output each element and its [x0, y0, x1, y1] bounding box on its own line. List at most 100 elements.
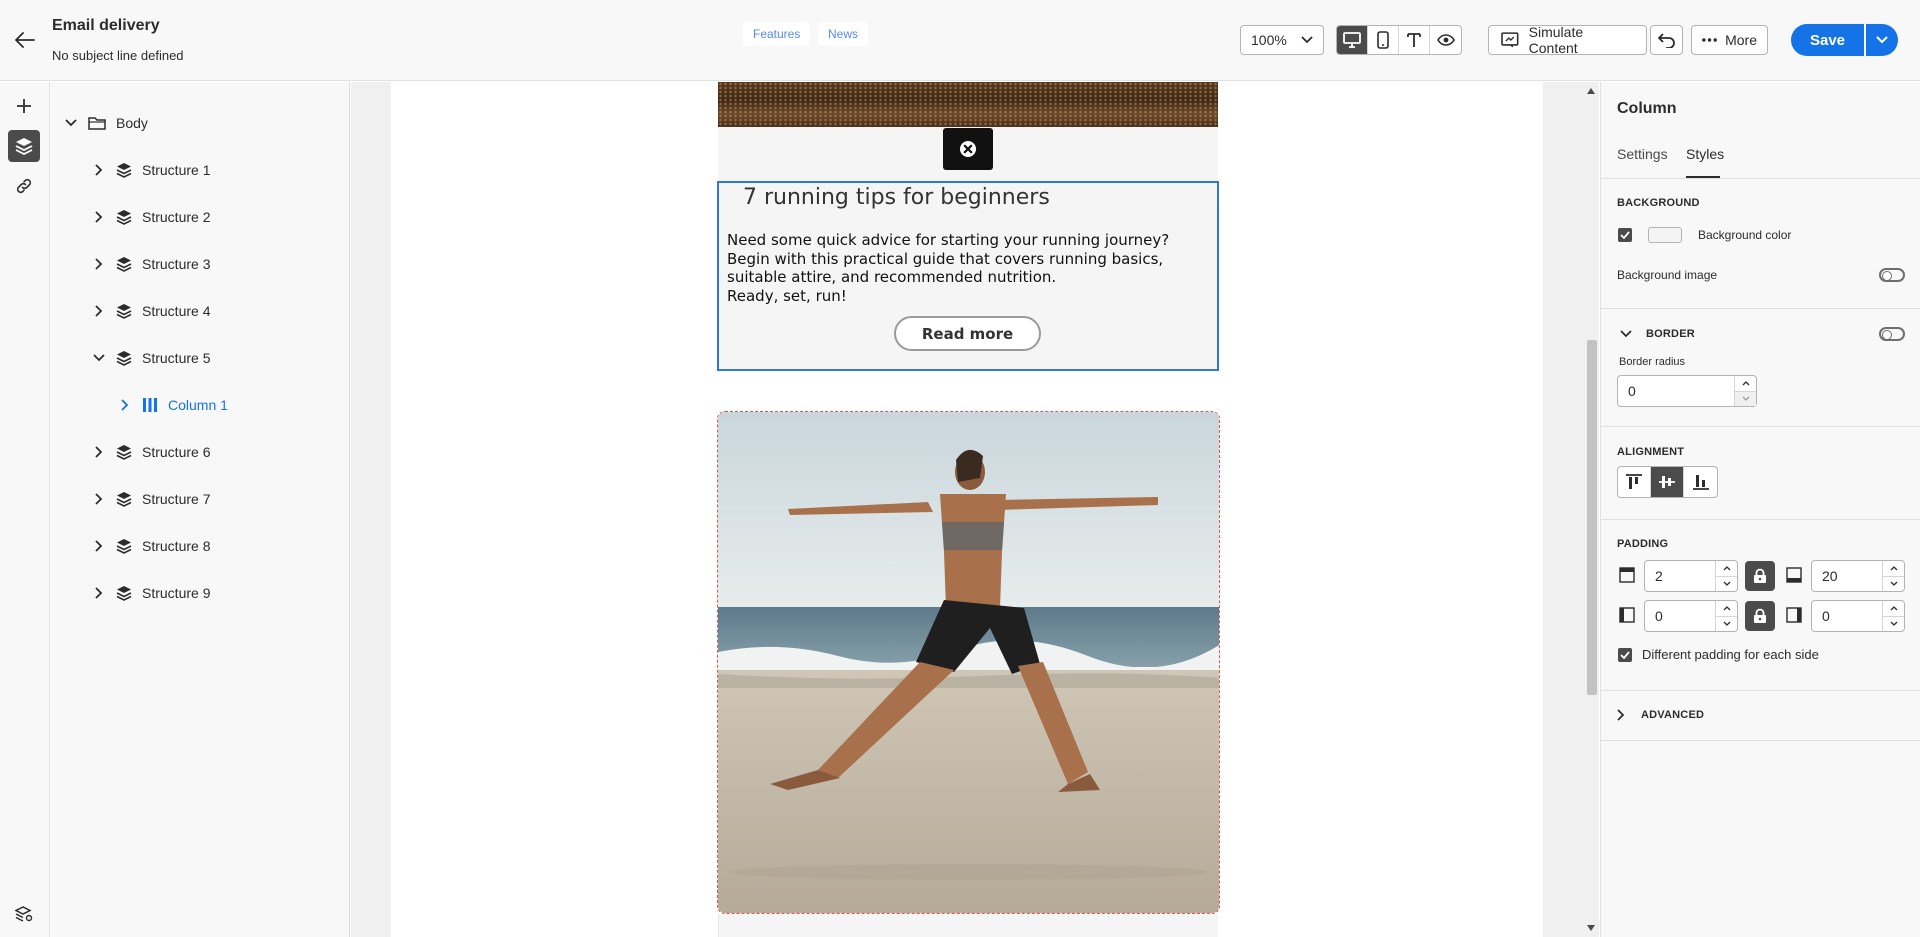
undo-button[interactable]: [1650, 25, 1683, 55]
subject-line-status: No subject line defined: [52, 48, 184, 63]
article-body[interactable]: Need some quick advice for starting your…: [727, 231, 1217, 305]
layers-settings-button[interactable]: [8, 898, 40, 930]
chevron-right-icon[interactable]: [92, 163, 106, 177]
chevron-up-icon[interactable]: [1883, 601, 1904, 617]
chevron-right-icon[interactable]: [92, 445, 106, 459]
save-button[interactable]: Save: [1791, 24, 1864, 56]
chevron-down-icon[interactable]: [1883, 617, 1904, 632]
article-paragraph: Begin with this practical guide that cov…: [727, 249, 1164, 287]
chevron-down-icon[interactable]: [92, 351, 106, 365]
tab-settings[interactable]: Settings: [1617, 146, 1668, 162]
divider: [1601, 308, 1920, 309]
chevron-down-icon[interactable]: [1883, 577, 1904, 592]
border-radius-value[interactable]: 0: [1618, 376, 1734, 406]
border-toggle[interactable]: [1879, 327, 1905, 341]
hero-image[interactable]: [718, 82, 1218, 127]
padding-right-value[interactable]: 0: [1812, 601, 1882, 631]
chevron-down-icon[interactable]: [1716, 577, 1737, 592]
padding-right-stepper[interactable]: 0: [1811, 600, 1905, 632]
scroll-up-icon[interactable]: [1586, 86, 1596, 96]
chevron-right-icon[interactable]: [92, 257, 106, 271]
links-button[interactable]: [8, 170, 40, 202]
mobile-view-button[interactable]: [1368, 26, 1399, 54]
chevron-right-icon[interactable]: [92, 210, 106, 224]
tree-item-structure[interactable]: Structure 7: [92, 487, 210, 511]
chevron-down-icon[interactable]: [1735, 391, 1756, 406]
align-bottom-button[interactable]: [1684, 467, 1717, 497]
add-content-button[interactable]: [8, 90, 40, 122]
background-image-toggle[interactable]: [1879, 268, 1905, 282]
background-color-label: Background color: [1698, 228, 1792, 242]
zoom-select[interactable]: 100%: [1240, 25, 1324, 55]
chevron-up-icon[interactable]: [1716, 601, 1737, 617]
read-more-button[interactable]: Read more: [894, 316, 1041, 351]
chevron-up-icon[interactable]: [1735, 376, 1756, 392]
tree-item-structure[interactable]: Structure 3: [92, 252, 210, 276]
tree-item-body[interactable]: Body: [64, 111, 148, 135]
tree-item-structure[interactable]: Structure 6: [92, 440, 210, 464]
align-middle-button[interactable]: [1651, 467, 1684, 497]
tree-item-column[interactable]: Column 1: [118, 393, 228, 417]
tag-features[interactable]: Features: [743, 22, 811, 46]
yoga-beach-image[interactable]: [717, 411, 1220, 914]
chevron-down-icon[interactable]: [64, 116, 78, 130]
border-section-label[interactable]: BORDER: [1646, 328, 1695, 340]
align-top-button[interactable]: [1618, 467, 1651, 497]
padding-top-value[interactable]: 2: [1645, 561, 1715, 591]
tag-news[interactable]: News: [818, 22, 869, 46]
tree-item-structure[interactable]: Structure 5: [92, 346, 210, 370]
navigation-tree-button[interactable]: [8, 130, 40, 162]
chevron-down-icon[interactable]: [1716, 617, 1737, 632]
arrow-left-icon: [15, 32, 35, 48]
border-radius-stepper[interactable]: 0: [1617, 375, 1757, 407]
chevron-down-icon: [1876, 36, 1888, 44]
layers-icon: [116, 586, 132, 601]
tree-item-structure[interactable]: Structure 1: [92, 158, 210, 182]
chevron-right-icon[interactable]: [118, 398, 132, 412]
layers-settings-icon: [15, 906, 33, 922]
advanced-section-toggle[interactable]: ADVANCED: [1617, 705, 1704, 725]
background-color-checkbox[interactable]: [1618, 228, 1632, 242]
padding-bottom-value[interactable]: 20: [1812, 561, 1882, 591]
divider: [1601, 178, 1920, 179]
align-middle-icon: [1659, 476, 1675, 488]
remove-component-button[interactable]: [943, 128, 993, 170]
tree-item-label: Structure 3: [142, 256, 211, 272]
tree-item-structure[interactable]: Structure 8: [92, 534, 210, 558]
padding-left-stepper[interactable]: 0: [1644, 600, 1738, 632]
padding-right-icon: [1786, 607, 1802, 623]
link-icon: [16, 178, 32, 194]
padding-lock-vertical-button[interactable]: [1745, 561, 1775, 591]
chevron-down-icon[interactable]: [1620, 328, 1632, 340]
chevron-up-icon[interactable]: [1716, 561, 1737, 577]
tree-item-structure[interactable]: Structure 9: [92, 581, 210, 605]
more-button[interactable]: More: [1691, 25, 1768, 55]
padding-left-value[interactable]: 0: [1645, 601, 1715, 631]
article-title[interactable]: 7 running tips for beginners: [743, 185, 1050, 210]
preview-button[interactable]: [1430, 26, 1461, 54]
simulate-content-button[interactable]: Simulate Content: [1488, 24, 1647, 56]
text-view-button[interactable]: [1399, 26, 1430, 54]
tab-styles[interactable]: Styles: [1686, 146, 1724, 162]
background-image-label: Background image: [1617, 268, 1718, 282]
padding-top-stepper[interactable]: 2: [1644, 560, 1738, 592]
scroll-down-icon[interactable]: [1586, 923, 1596, 933]
tree-item-structure[interactable]: Structure 2: [92, 205, 210, 229]
padding-bottom-icon: [1786, 567, 1802, 583]
canvas-scroll-thumb[interactable]: [1587, 340, 1597, 695]
chevron-right-icon[interactable]: [92, 586, 106, 600]
tree-item-label: Structure 1: [142, 162, 211, 178]
simulate-icon: [1501, 32, 1519, 48]
different-padding-checkbox[interactable]: [1618, 648, 1632, 662]
chevron-right-icon[interactable]: [92, 492, 106, 506]
back-button[interactable]: [12, 28, 38, 52]
chevron-right-icon[interactable]: [92, 304, 106, 318]
desktop-view-button[interactable]: [1337, 26, 1368, 54]
chevron-up-icon[interactable]: [1883, 561, 1904, 577]
chevron-right-icon[interactable]: [92, 539, 106, 553]
background-color-swatch[interactable]: [1648, 227, 1682, 243]
save-options-button[interactable]: [1866, 24, 1898, 56]
padding-bottom-stepper[interactable]: 20: [1811, 560, 1905, 592]
padding-lock-horizontal-button[interactable]: [1745, 601, 1775, 631]
tree-item-structure[interactable]: Structure 4: [92, 299, 210, 323]
